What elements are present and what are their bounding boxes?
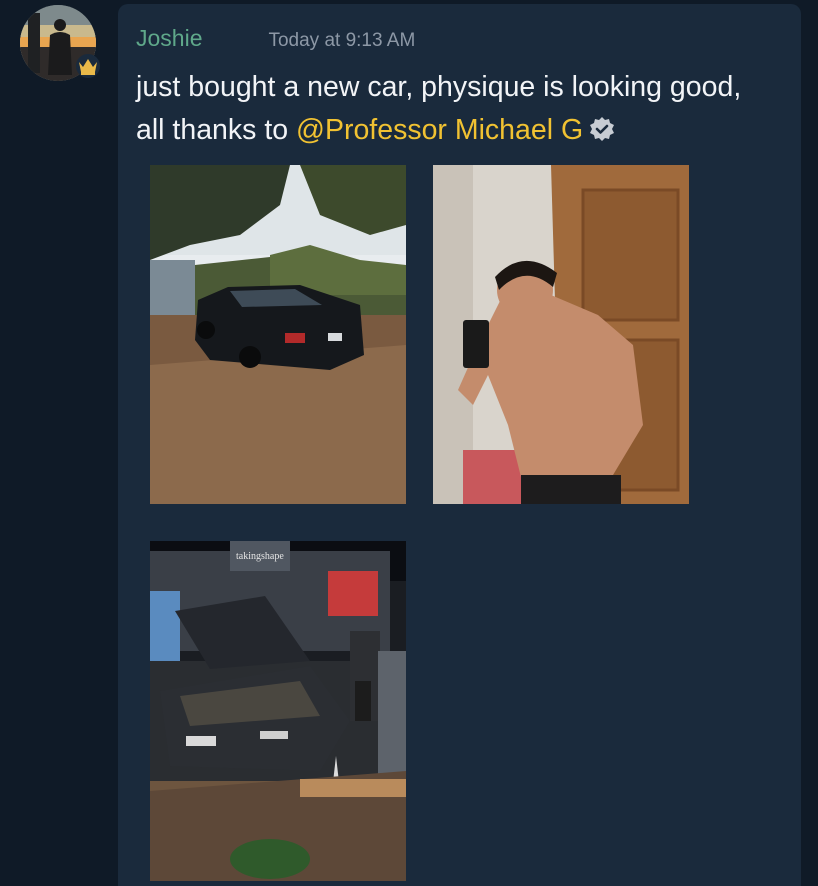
storefront-sign: takingshape	[236, 551, 284, 562]
message-text: just bought a new car, physique is looki…	[136, 66, 776, 155]
message-timestamp: Today at 9:13 AM	[268, 30, 416, 51]
user-mention[interactable]: @Professor Michael G	[296, 114, 583, 146]
crown-icon	[74, 53, 102, 79]
message-header: Joshie Today at 9:13 AM	[136, 25, 415, 55]
chat-screen: Joshie Today at 9:13 AM just bought a ne…	[0, 0, 818, 886]
attachment-car-photo[interactable]	[150, 165, 406, 504]
verified-badge-icon	[589, 112, 615, 155]
attachment-selfie-photo[interactable]	[433, 165, 689, 504]
user-avatar[interactable]	[20, 5, 100, 81]
attachment-night-car-photo[interactable]: takingshape	[150, 541, 406, 881]
username[interactable]: Joshie	[136, 25, 202, 52]
